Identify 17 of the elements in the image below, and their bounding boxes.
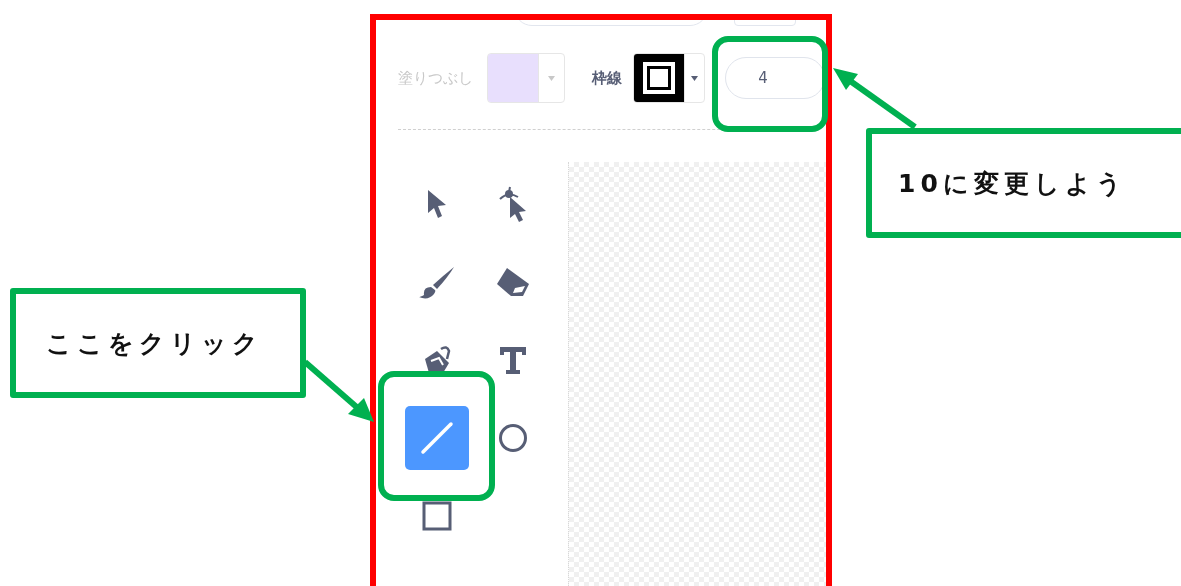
arrow-pointer-icon — [426, 189, 448, 219]
reshape-pointer-icon — [498, 185, 528, 223]
line-icon — [420, 421, 454, 455]
caret-icon — [691, 75, 698, 81]
text-tool-icon — [498, 345, 528, 375]
line-tool-button[interactable] — [405, 406, 469, 470]
eraser-icon — [495, 266, 531, 298]
callout-text: ここをクリック — [46, 327, 263, 360]
square-icon — [422, 501, 452, 531]
outline-color-picker[interactable] — [633, 53, 705, 103]
callout-text: 10に変更しよう — [898, 167, 1127, 200]
caret-icon — [548, 75, 555, 81]
brush-icon — [418, 265, 456, 299]
fill-color-picker[interactable] — [487, 53, 565, 103]
outline-width-field[interactable]: 4 — [725, 57, 825, 99]
outline-label: 枠線 — [592, 68, 622, 88]
circle-icon — [498, 423, 528, 453]
